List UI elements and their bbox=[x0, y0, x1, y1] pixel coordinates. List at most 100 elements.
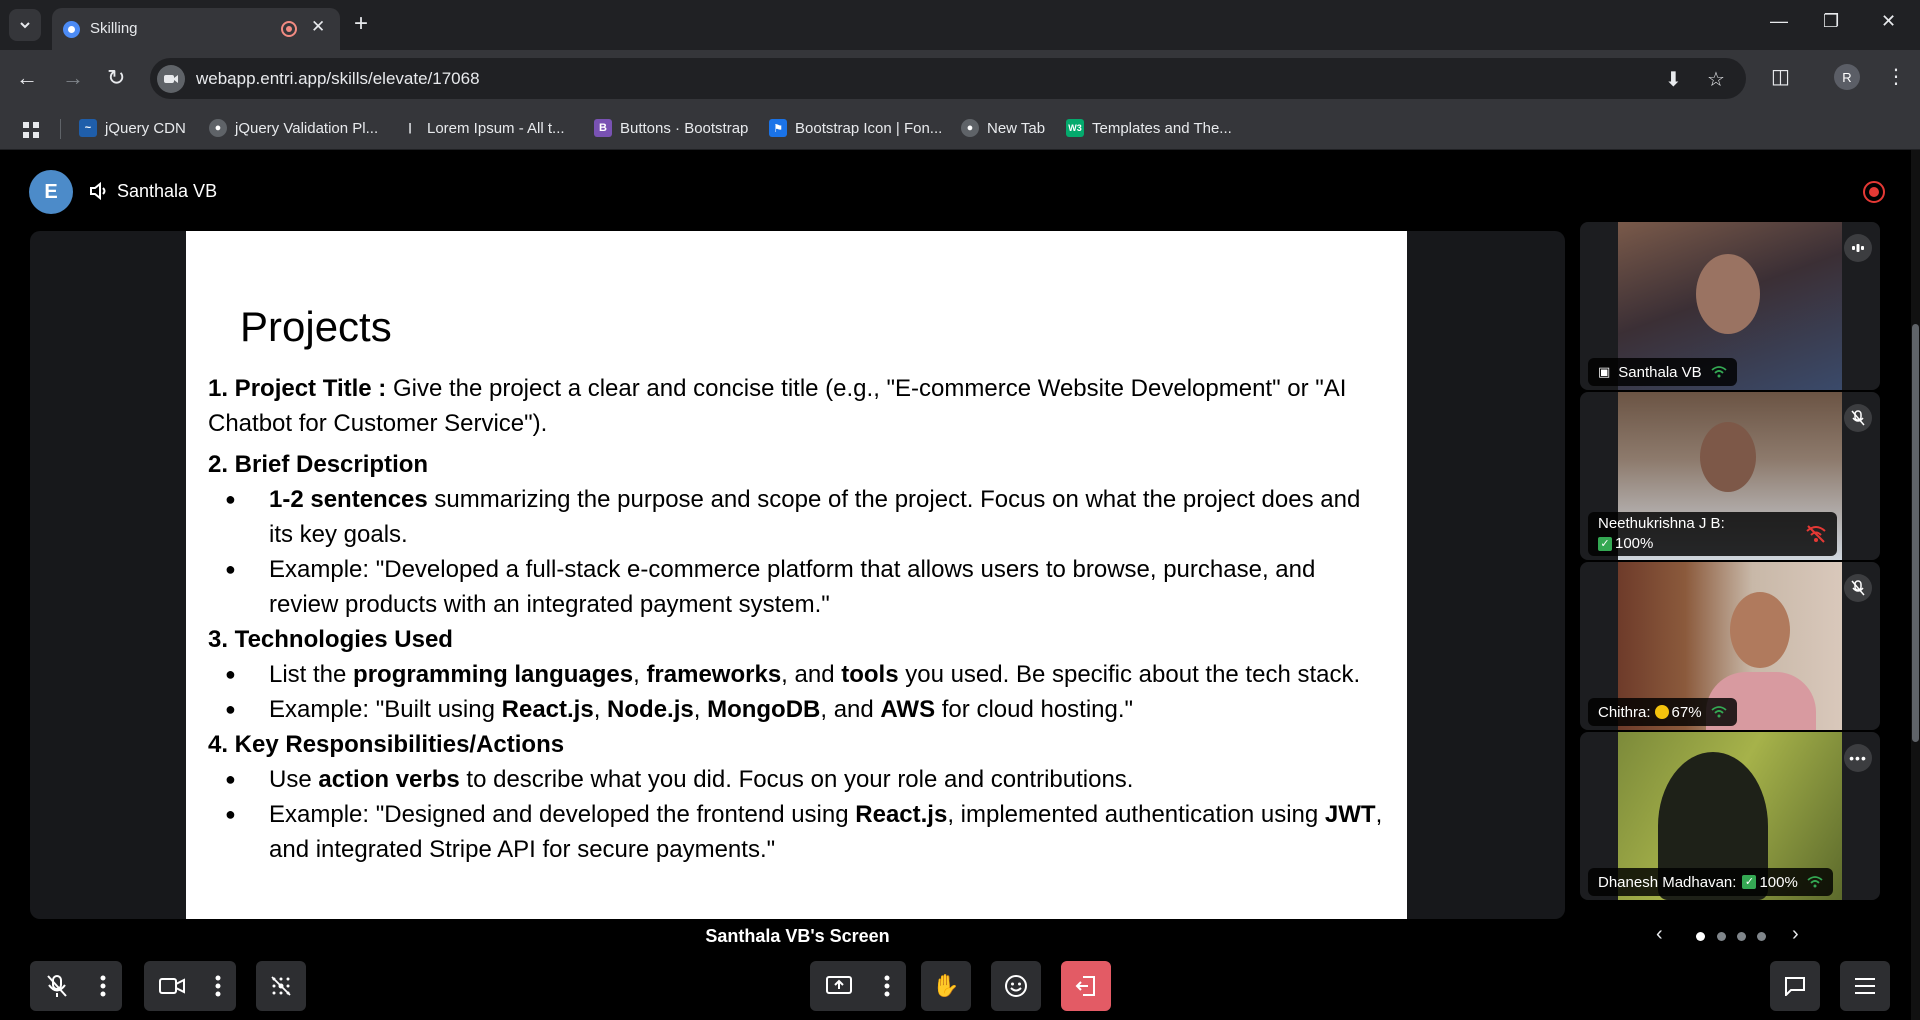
scrollbar-thumb[interactable] bbox=[1912, 324, 1919, 742]
hamburger-icon bbox=[1855, 978, 1875, 994]
check-icon: ✓ bbox=[1598, 537, 1612, 552]
menu-button[interactable] bbox=[1840, 961, 1890, 1011]
exit-icon bbox=[1075, 975, 1097, 997]
forward-icon[interactable]: → bbox=[62, 65, 84, 91]
browser-toolbar: ← → ↻ webapp.entri.app/skills/elevate/17… bbox=[0, 50, 1920, 108]
background-effects-button[interactable] bbox=[256, 961, 306, 1011]
bullet-list: Use action verbs to describe what you di… bbox=[208, 762, 1388, 867]
w3schools-icon: W3 bbox=[1066, 119, 1084, 137]
bookmark-item[interactable]: ● jQuery Validation Pl... bbox=[209, 116, 378, 140]
pager-dot[interactable] bbox=[1757, 932, 1766, 941]
globe-icon: ● bbox=[209, 119, 227, 137]
profile-avatar[interactable]: R bbox=[1834, 64, 1860, 90]
bullet-item: Example: "Designed and developed the fro… bbox=[208, 797, 1388, 867]
pager-dot[interactable] bbox=[1717, 932, 1726, 941]
participant-face bbox=[1700, 422, 1756, 492]
pager-dot[interactable] bbox=[1737, 932, 1746, 941]
participant-tile[interactable]: ▣ Santhala VB bbox=[1580, 222, 1880, 390]
close-window-icon[interactable]: ✕ bbox=[1881, 11, 1896, 32]
camera-icon[interactable] bbox=[159, 977, 185, 995]
warning-dot-icon bbox=[1654, 705, 1669, 719]
screen-share-label: Santhala VB's Screen bbox=[705, 926, 890, 946]
wifi-signal-icon bbox=[1710, 706, 1727, 718]
bookmark-flag-icon: ⚑ bbox=[769, 119, 787, 137]
apps-grid-icon[interactable] bbox=[22, 118, 40, 142]
minimize-icon[interactable]: — bbox=[1770, 11, 1788, 32]
site-favicon-icon bbox=[63, 21, 80, 38]
participant-face bbox=[1730, 592, 1790, 668]
chat-button[interactable] bbox=[1770, 961, 1820, 1011]
reload-icon[interactable]: ↻ bbox=[107, 65, 125, 91]
recording-indicator-icon bbox=[281, 21, 297, 37]
browser-tab[interactable]: Skilling ✕ bbox=[52, 8, 340, 50]
bullet-item: Example: "Developed a full-stack e-comme… bbox=[208, 552, 1388, 622]
screen-share-icon[interactable] bbox=[826, 976, 852, 996]
shared-slide: Projects 1. Project Title : Give the pro… bbox=[186, 231, 1407, 919]
participant-tile[interactable]: Chithra: 67% bbox=[1580, 562, 1880, 730]
browser-tab-strip: Skilling ✕ + — ❐ ✕ bbox=[0, 0, 1920, 50]
bookmark-star-icon[interactable]: ☆ bbox=[1707, 67, 1725, 92]
reactions-button[interactable] bbox=[991, 961, 1041, 1011]
restore-icon[interactable]: ❐ bbox=[1823, 11, 1839, 32]
bookmark-item[interactable]: ~ jQuery CDN bbox=[79, 116, 186, 140]
participant-name-chip: Neethukrishna J B: ✓ 100% bbox=[1588, 512, 1837, 556]
site-info-icon[interactable] bbox=[157, 65, 185, 93]
bookmarks-divider bbox=[60, 119, 61, 139]
bullet-list: 1-2 sentences summarizing the purpose an… bbox=[208, 482, 1388, 622]
participant-name-chip: Chithra: 67% bbox=[1588, 698, 1737, 726]
participant-tile[interactable]: Neethukrishna J B: ✓ 100% bbox=[1580, 392, 1880, 560]
participant-face bbox=[1696, 254, 1760, 334]
bookmark-item[interactable]: | Lorem Ipsum - All t... bbox=[401, 116, 564, 140]
chevron-right-icon[interactable]: › bbox=[1792, 923, 1799, 946]
mic-options-icon[interactable] bbox=[100, 975, 106, 997]
back-icon[interactable]: ← bbox=[16, 65, 38, 91]
bullet-item: 1-2 sentences summarizing the purpose an… bbox=[208, 482, 1388, 552]
bookmark-item[interactable]: ⚑ Bootstrap Icon | Fon... bbox=[769, 116, 942, 140]
screen-share-options-icon[interactable] bbox=[884, 975, 890, 997]
screen-share-stage: Projects 1. Project Title : Give the pro… bbox=[30, 231, 1565, 919]
leave-call-button[interactable] bbox=[1061, 961, 1111, 1011]
speaker-icon bbox=[90, 181, 106, 201]
install-app-icon[interactable]: ⬇ bbox=[1665, 67, 1682, 92]
bookmark-item[interactable]: B Buttons · Bootstrap bbox=[594, 116, 748, 140]
browser-menu-icon[interactable]: ⋮ bbox=[1886, 64, 1906, 89]
url-text[interactable]: webapp.entri.app/skills/elevate/17068 bbox=[196, 69, 480, 89]
section-heading: 2. Brief Description bbox=[208, 451, 429, 478]
wifi-signal-icon bbox=[1711, 366, 1727, 378]
recording-icon bbox=[1863, 181, 1885, 203]
mic-muted-icon bbox=[1844, 404, 1872, 432]
participant-pager: ‹ › bbox=[1656, 920, 1806, 950]
mic-control-group bbox=[30, 961, 122, 1011]
bootstrap-icon: B bbox=[594, 119, 612, 137]
more-options-icon[interactable]: ••• bbox=[1844, 744, 1872, 772]
participant-tile[interactable]: ••• Dhanesh Madhavan: ✓ 100% bbox=[1580, 732, 1880, 900]
bullet-item: Example: "Built using React.js, Node.js,… bbox=[208, 692, 1388, 727]
screen-share-icon: ▣ bbox=[1598, 364, 1611, 379]
mic-muted-icon bbox=[1844, 574, 1872, 602]
tab-search-button[interactable] bbox=[9, 9, 41, 41]
bookmark-item[interactable]: W3 Templates and The... bbox=[1066, 116, 1232, 140]
raise-hand-button[interactable]: ✋ bbox=[921, 961, 971, 1011]
lorem-icon: | bbox=[408, 122, 412, 134]
bookmark-item[interactable]: ● New Tab bbox=[961, 116, 1045, 140]
app-logo: E bbox=[29, 170, 73, 214]
close-tab-icon[interactable]: ✕ bbox=[311, 17, 325, 37]
meeting-app: E Santhala VB Projects 1. Project Title … bbox=[0, 150, 1920, 1020]
wifi-off-icon bbox=[1805, 525, 1827, 549]
tab-title: Skilling bbox=[90, 20, 138, 37]
chevron-left-icon[interactable]: ‹ bbox=[1656, 923, 1663, 946]
participant-name-chip: ▣ Santhala VB bbox=[1588, 358, 1737, 386]
slide-title: Projects bbox=[240, 303, 392, 350]
mic-off-icon[interactable] bbox=[46, 974, 68, 998]
participant-name-chip: Dhanesh Madhavan: ✓ 100% bbox=[1588, 868, 1833, 896]
camera-options-icon[interactable] bbox=[215, 975, 221, 997]
screen-share-control-group bbox=[810, 961, 906, 1011]
address-bar[interactable]: webapp.entri.app/skills/elevate/17068 ⬇ … bbox=[150, 58, 1746, 99]
jquery-icon: ~ bbox=[79, 119, 97, 137]
pager-dot[interactable] bbox=[1696, 932, 1705, 941]
section-project-title: 1. Project Title : Give the project a cl… bbox=[208, 375, 1347, 437]
extensions-icon[interactable]: ◫ bbox=[1771, 64, 1790, 89]
chat-icon bbox=[1784, 976, 1806, 996]
slide-body: 1. Project Title : Give the project a cl… bbox=[208, 371, 1388, 867]
new-tab-button[interactable]: + bbox=[354, 10, 368, 38]
